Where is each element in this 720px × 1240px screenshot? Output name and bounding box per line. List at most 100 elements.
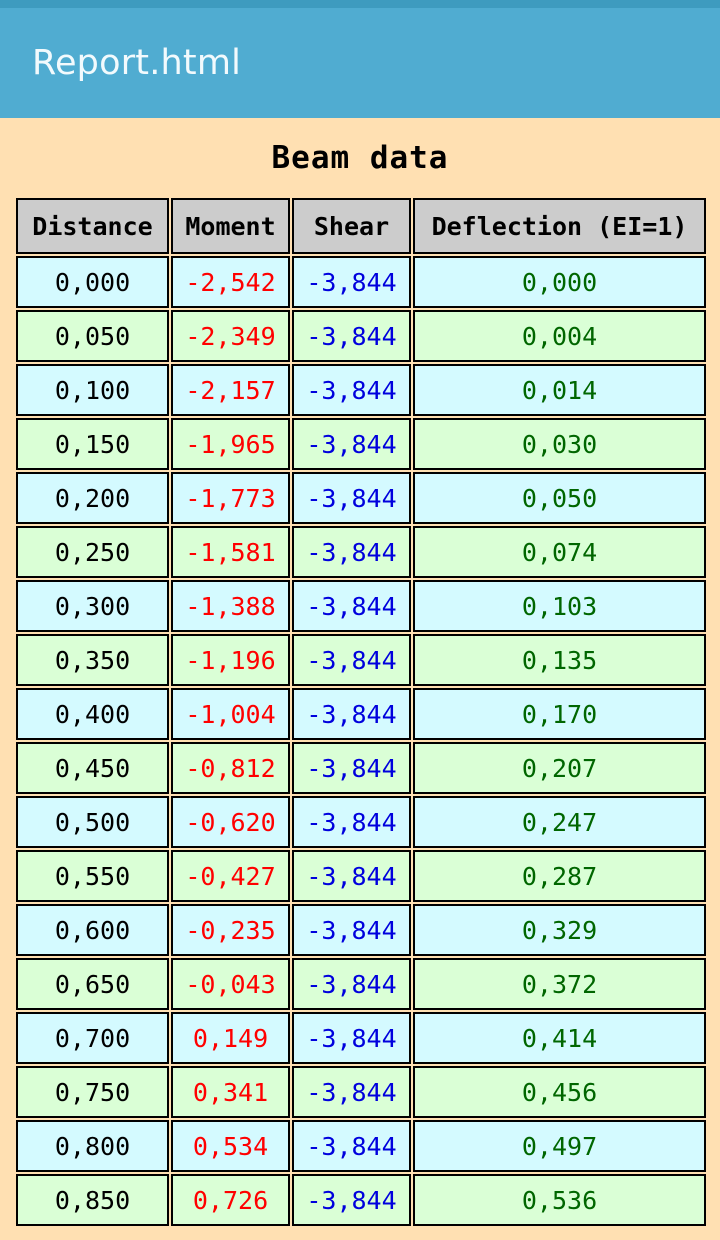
table-row: 0,250 -1,581 -3,844 0,074: [16, 526, 706, 578]
app-bar-title: Report.html: [32, 42, 242, 83]
cell-deflection: 0,014: [413, 364, 706, 416]
cell-moment: -0,043: [171, 958, 290, 1010]
document-body: Beam data Distance Moment Shear Deflecti…: [0, 118, 720, 1240]
cell-moment: -1,965: [171, 418, 290, 470]
cell-distance: 0,800: [16, 1120, 169, 1172]
table-row: 0,650 -0,043 -3,844 0,372: [16, 958, 706, 1010]
cell-deflection: 0,050: [413, 472, 706, 524]
cell-distance: 0,000: [16, 256, 169, 308]
cell-distance: 0,250: [16, 526, 169, 578]
cell-deflection: 0,103: [413, 580, 706, 632]
cell-deflection: 0,074: [413, 526, 706, 578]
cell-moment: -2,157: [171, 364, 290, 416]
cell-shear: -3,844: [292, 364, 411, 416]
cell-distance: 0,750: [16, 1066, 169, 1118]
cell-deflection: 0,414: [413, 1012, 706, 1064]
cell-shear: -3,844: [292, 1012, 411, 1064]
table-row: 0,550 -0,427 -3,844 0,287: [16, 850, 706, 902]
table-body: 0,000 -2,542 -3,844 0,000 0,050 -2,349 -3,844 0…: [16, 256, 706, 1226]
cell-deflection: 0,135: [413, 634, 706, 686]
cell-moment: -1,388: [171, 580, 290, 632]
table-row: 0,500 -0,620 -3,844 0,247: [16, 796, 706, 848]
cell-moment: 0,341: [171, 1066, 290, 1118]
cell-moment: 0,149: [171, 1012, 290, 1064]
table-header: Distance Moment Shear Deflection (EI=1): [16, 198, 706, 254]
cell-distance: 0,400: [16, 688, 169, 740]
table-row: 0,750 0,341 -3,844 0,456: [16, 1066, 706, 1118]
cell-distance: 0,700: [16, 1012, 169, 1064]
cell-distance: 0,450: [16, 742, 169, 794]
cell-moment: -0,427: [171, 850, 290, 902]
cell-moment: -1,196: [171, 634, 290, 686]
table-row: 0,050 -2,349 -3,844 0,004: [16, 310, 706, 362]
cell-shear: -3,844: [292, 1120, 411, 1172]
table-row: 0,200 -1,773 -3,844 0,050: [16, 472, 706, 524]
table-row: 0,300 -1,388 -3,844 0,103: [16, 580, 706, 632]
cell-distance: 0,050: [16, 310, 169, 362]
cell-distance: 0,850: [16, 1174, 169, 1226]
column-header-shear: Shear: [292, 198, 411, 254]
cell-shear: -3,844: [292, 634, 411, 686]
cell-deflection: 0,372: [413, 958, 706, 1010]
cell-shear: -3,844: [292, 688, 411, 740]
cell-shear: -3,844: [292, 580, 411, 632]
cell-moment: -2,349: [171, 310, 290, 362]
cell-moment: -1,773: [171, 472, 290, 524]
app-bar: Report.html: [0, 8, 720, 118]
cell-shear: -3,844: [292, 904, 411, 956]
cell-shear: -3,844: [292, 1066, 411, 1118]
table-row: 0,100 -2,157 -3,844 0,014: [16, 364, 706, 416]
cell-deflection: 0,004: [413, 310, 706, 362]
table-row: 0,150 -1,965 -3,844 0,030: [16, 418, 706, 470]
cell-deflection: 0,456: [413, 1066, 706, 1118]
page-title: Beam data: [271, 140, 449, 176]
status-bar-strip: [0, 0, 720, 8]
cell-distance: 0,100: [16, 364, 169, 416]
cell-shear: -3,844: [292, 1174, 411, 1226]
table-row: 0,450 -0,812 -3,844 0,207: [16, 742, 706, 794]
table-row: 0,350 -1,196 -3,844 0,135: [16, 634, 706, 686]
cell-distance: 0,200: [16, 472, 169, 524]
cell-shear: -3,844: [292, 472, 411, 524]
cell-distance: 0,600: [16, 904, 169, 956]
cell-distance: 0,500: [16, 796, 169, 848]
table-row: 0,700 0,149 -3,844 0,414: [16, 1012, 706, 1064]
cell-moment: 0,726: [171, 1174, 290, 1226]
column-header-moment: Moment: [171, 198, 290, 254]
cell-distance: 0,150: [16, 418, 169, 470]
cell-shear: -3,844: [292, 418, 411, 470]
column-header-deflection: Deflection (EI=1): [413, 198, 706, 254]
cell-shear: -3,844: [292, 310, 411, 362]
cell-moment: -1,581: [171, 526, 290, 578]
cell-moment: -0,620: [171, 796, 290, 848]
cell-deflection: 0,287: [413, 850, 706, 902]
table-row: 0,850 0,726 -3,844 0,536: [16, 1174, 706, 1226]
cell-deflection: 0,536: [413, 1174, 706, 1226]
cell-distance: 0,550: [16, 850, 169, 902]
cell-shear: -3,844: [292, 742, 411, 794]
table-row: 0,800 0,534 -3,844 0,497: [16, 1120, 706, 1172]
table-row: 0,000 -2,542 -3,844 0,000: [16, 256, 706, 308]
table-header-row: Distance Moment Shear Deflection (EI=1): [16, 198, 706, 254]
cell-moment: -0,812: [171, 742, 290, 794]
cell-deflection: 0,247: [413, 796, 706, 848]
column-header-distance: Distance: [16, 198, 169, 254]
cell-moment: -1,004: [171, 688, 290, 740]
cell-deflection: 0,170: [413, 688, 706, 740]
cell-distance: 0,300: [16, 580, 169, 632]
cell-shear: -3,844: [292, 796, 411, 848]
cell-deflection: 0,030: [413, 418, 706, 470]
cell-moment: -0,235: [171, 904, 290, 956]
cell-shear: -3,844: [292, 850, 411, 902]
cell-deflection: 0,329: [413, 904, 706, 956]
cell-moment: 0,534: [171, 1120, 290, 1172]
cell-shear: -3,844: [292, 256, 411, 308]
cell-deflection: 0,497: [413, 1120, 706, 1172]
cell-shear: -3,844: [292, 526, 411, 578]
cell-deflection: 0,000: [413, 256, 706, 308]
table-row: 0,400 -1,004 -3,844 0,170: [16, 688, 706, 740]
cell-shear: -3,844: [292, 958, 411, 1010]
beam-data-table: Distance Moment Shear Deflection (EI=1) …: [14, 196, 708, 1228]
cell-distance: 0,650: [16, 958, 169, 1010]
table-row: 0,600 -0,235 -3,844 0,329: [16, 904, 706, 956]
